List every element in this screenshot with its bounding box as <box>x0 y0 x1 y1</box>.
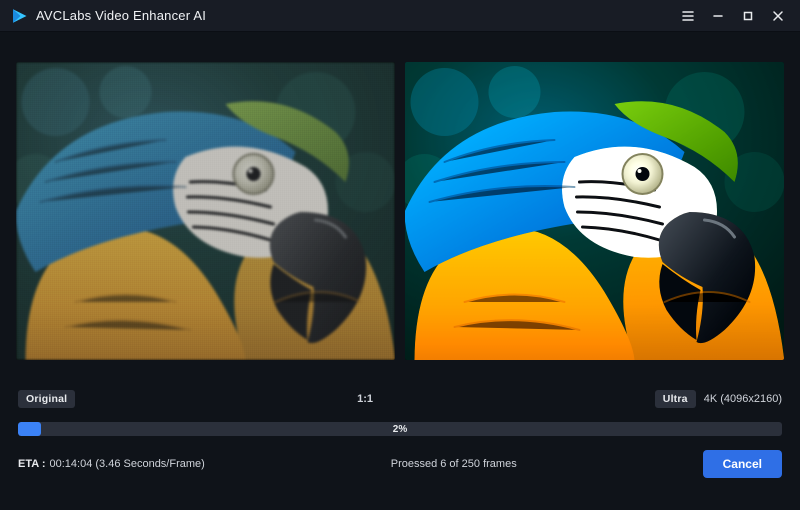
app-title: AVCLabs Video Enhancer AI <box>36 8 206 23</box>
close-button[interactable] <box>764 5 792 27</box>
zoom-ratio-label: 1:1 <box>85 393 645 405</box>
minimize-icon <box>712 10 724 22</box>
hamburger-icon <box>682 10 694 22</box>
footer-row: ETA : 00:14:04 (3.46 Seconds/Frame) Proes… <box>16 450 784 492</box>
titlebar: AVCLabs Video Enhancer AI <box>0 0 800 32</box>
eta-prefix: ETA : <box>18 458 46 470</box>
maximize-button[interactable] <box>734 5 762 27</box>
eta-value: 00:14:04 (3.46 Seconds/Frame) <box>50 458 205 470</box>
window-controls <box>674 5 792 27</box>
original-badge: Original <box>18 390 75 408</box>
maximize-icon <box>742 10 754 22</box>
output-resolution-label: 4K (4096x2160) <box>704 393 782 405</box>
enhanced-preview-pane[interactable] <box>405 62 784 360</box>
progress-area: 2% <box>16 422 784 436</box>
app-logo: AVCLabs Video Enhancer AI <box>10 7 206 25</box>
close-icon <box>772 10 784 22</box>
minimize-button[interactable] <box>704 5 732 27</box>
quality-badge: Ultra <box>655 390 696 408</box>
original-image <box>16 62 395 360</box>
progress-percent-label: 2% <box>18 422 782 436</box>
cancel-button[interactable]: Cancel <box>703 450 782 478</box>
progress-bar[interactable]: 2% <box>18 422 782 436</box>
frames-processed-label: Proessed 6 of 250 frames <box>205 458 703 470</box>
menu-button[interactable] <box>674 5 702 27</box>
comparison-info-row: Original 1:1 Ultra 4K (4096x2160) <box>16 390 784 408</box>
main-content: Original 1:1 Ultra 4K (4096x2160) 2% ETA… <box>0 32 800 510</box>
original-preview-pane[interactable] <box>16 62 395 360</box>
eta-label: ETA : 00:14:04 (3.46 Seconds/Frame) <box>18 458 205 470</box>
comparison-view <box>16 62 784 360</box>
enhanced-image <box>405 62 784 360</box>
play-logo-icon <box>10 7 28 25</box>
